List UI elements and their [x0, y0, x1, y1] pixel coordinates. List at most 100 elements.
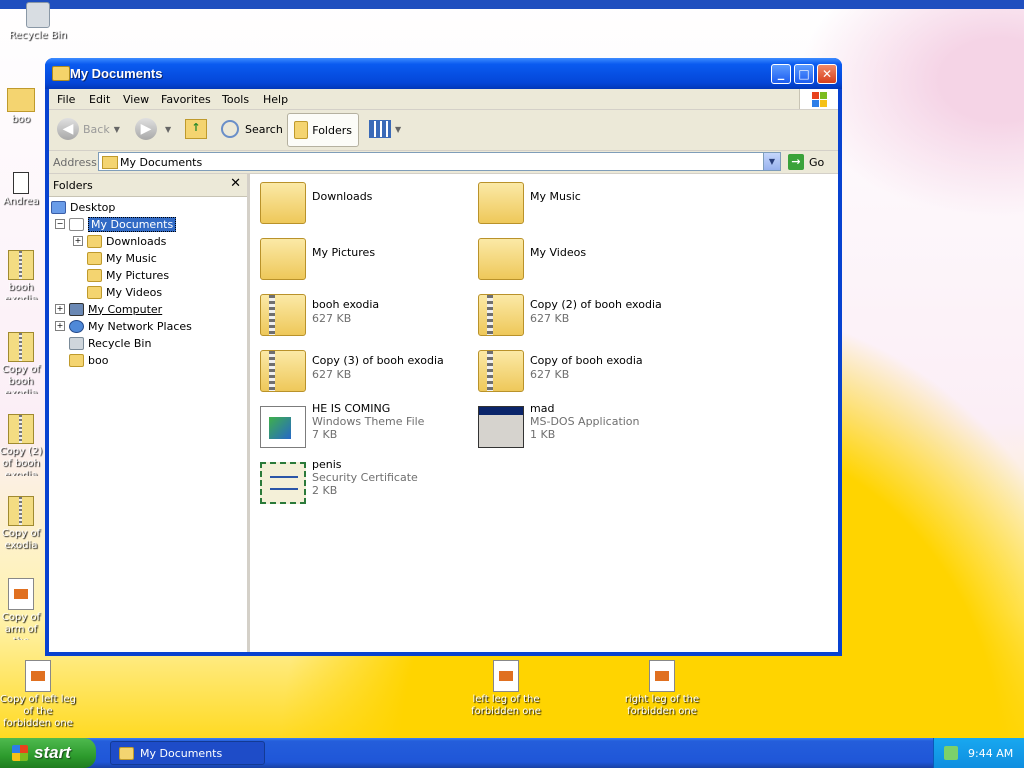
file-size: 627 KB [312, 312, 352, 325]
file-item-booh-exodia[interactable]: booh exodia 627 KB [256, 290, 466, 342]
file-item-he-is-coming[interactable]: HE IS COMING Windows Theme File 7 KB [256, 402, 466, 454]
file-item-copy-booh-exodia[interactable]: Copy of booh exodia 627 KB [474, 346, 684, 398]
tree-item-desktop[interactable]: Desktop [51, 199, 115, 215]
folders-button[interactable]: Folders [287, 113, 359, 147]
search-button[interactable]: Search [221, 113, 283, 145]
menu-favorites[interactable]: Favorites [161, 93, 211, 106]
picture-file-icon [25, 660, 51, 692]
desktop-icon-copy-left-leg[interactable]: Copy of left leg of the forbidden one [0, 660, 78, 730]
tree-item-my-network-places[interactable]: + My Network Places [55, 318, 192, 334]
title-bar[interactable]: My Documents _ □ ✕ [45, 58, 842, 89]
chevron-down-icon: ▼ [165, 124, 172, 134]
desktop-icon-label: Copy of booh exodia [1, 364, 41, 394]
file-name: penis [312, 458, 342, 471]
tree-item-recycle-bin[interactable]: Recycle Bin [69, 335, 151, 351]
tree-label: boo [88, 353, 109, 367]
tree-label: Downloads [106, 234, 167, 248]
network-icon [69, 319, 84, 333]
menu-edit[interactable]: Edit [89, 93, 110, 106]
desktop-icon-booh-exodia[interactable]: booh exodia [0, 250, 44, 300]
zip-folder-icon [260, 294, 306, 336]
theme-file-icon [260, 406, 306, 448]
my-documents-icon [69, 217, 84, 231]
tree-label: My Videos [106, 285, 163, 299]
file-item-my-videos[interactable]: My Videos [474, 234, 684, 286]
forward-arrow-icon: ▶ [135, 118, 157, 140]
desktop-icon-copy-exodia[interactable]: Copy of exodia [0, 496, 44, 558]
tree-item-my-music[interactable]: My Music [87, 250, 157, 266]
folder-icon [7, 88, 35, 112]
desktop-icon-label: boo [11, 114, 31, 125]
file-item-my-pictures[interactable]: My Pictures [256, 234, 466, 286]
folder-icon [119, 746, 134, 760]
chevron-down-icon: ▼ [395, 124, 402, 134]
close-icon[interactable]: ✕ [230, 176, 241, 191]
menu-tools[interactable]: Tools [222, 93, 249, 106]
file-item-downloads[interactable]: Downloads [256, 178, 466, 230]
desktop-icon-label: booh exodia [4, 282, 38, 300]
desktop-icon-copy-arm[interactable]: Copy of arm of the forbidden one [0, 578, 44, 640]
search-icon [221, 120, 239, 138]
back-button[interactable]: ◀ Back ▼ [57, 113, 120, 145]
menu-view[interactable]: View [123, 93, 149, 106]
file-item-copy-2-booh-exodia[interactable]: Copy (2) of booh exodia 627 KB [474, 290, 684, 342]
tree-item-my-computer[interactable]: + My Computer [55, 301, 162, 317]
desktop-icon-label: Recycle Bin [9, 30, 67, 41]
file-name: mad [530, 402, 555, 415]
zip-folder-icon [8, 332, 34, 362]
views-button[interactable]: ▼ [369, 113, 401, 145]
expand-icon[interactable]: + [55, 304, 65, 314]
file-name: Copy (3) of booh exodia [312, 354, 444, 367]
menu-help[interactable]: Help [263, 93, 288, 106]
start-button[interactable]: start [0, 738, 96, 768]
taskbar-item-my-documents[interactable]: My Documents [110, 741, 265, 765]
tree-item-my-pictures[interactable]: My Pictures [87, 267, 169, 283]
start-label: start [34, 743, 71, 762]
desktop-icon-label: right leg of the forbidden one [624, 694, 700, 717]
desktop-icon-copy-booh-exodia[interactable]: Copy of booh exodia [0, 332, 44, 394]
close-button[interactable]: ✕ [817, 64, 837, 84]
file-list: Downloads My Music My Pictures My Videos… [250, 174, 838, 652]
tree-item-downloads[interactable]: + Downloads [73, 233, 166, 249]
file-name: Copy of booh exodia [530, 354, 643, 367]
tray-app-icon[interactable] [944, 746, 958, 760]
tree-label: My Computer [88, 302, 163, 316]
menu-file[interactable]: File [57, 93, 75, 106]
tree-item-boo[interactable]: boo [69, 352, 108, 368]
taskbar: start My Documents 9:44 AM [0, 738, 1024, 768]
folder-icon [69, 353, 84, 367]
folder-icon [52, 66, 70, 81]
music-folder-icon [87, 251, 102, 265]
chevron-down-icon[interactable]: ▼ [763, 153, 780, 170]
expand-icon[interactable]: + [55, 321, 65, 331]
collapse-icon[interactable]: − [55, 219, 65, 229]
desktop-icon-copy-2-booh-exodia[interactable]: Copy (2) of booh exodia [0, 414, 44, 476]
maximize-button[interactable]: □ [794, 64, 814, 84]
desktop-icon-andrea[interactable]: Andrea [0, 172, 44, 208]
tree-item-my-videos[interactable]: My Videos [87, 284, 162, 300]
up-folder-button[interactable]: ↑ [185, 113, 207, 145]
file-size: 7 KB [312, 428, 338, 441]
desktop-icon-boo[interactable]: boo [0, 88, 44, 126]
file-name: booh exodia [312, 298, 380, 311]
file-item-mad[interactable]: mad MS-DOS Application 1 KB [474, 402, 684, 454]
folder-icon [260, 182, 306, 224]
desktop-icon-recycle-bin[interactable]: Recycle Bin [0, 2, 78, 42]
go-button[interactable]: → Go [788, 153, 824, 171]
desktop-icon-right-leg[interactable]: right leg of the forbidden one [622, 660, 702, 718]
pictures-folder-icon [260, 238, 306, 280]
clock[interactable]: 9:44 AM [968, 747, 1013, 760]
tree-label: My Music [106, 251, 157, 265]
minimize-button[interactable]: _ [771, 64, 791, 84]
forward-button[interactable]: ▶ ▼ [135, 113, 171, 145]
expand-icon[interactable]: + [73, 236, 83, 246]
tree-item-my-documents[interactable]: − My Documents [55, 216, 177, 232]
file-item-copy-3-booh-exodia[interactable]: Copy (3) of booh exodia 627 KB [256, 346, 466, 398]
file-item-my-music[interactable]: My Music [474, 178, 684, 230]
file-item-penis[interactable]: penis Security Certificate 2 KB [256, 458, 466, 510]
desktop-icon-left-leg[interactable]: left leg of the forbidden one [466, 660, 546, 718]
address-input[interactable]: My Documents ▼ [98, 152, 781, 171]
file-type: Security Certificate [312, 471, 418, 484]
zip-folder-icon [8, 496, 34, 526]
folder-icon [102, 156, 118, 169]
